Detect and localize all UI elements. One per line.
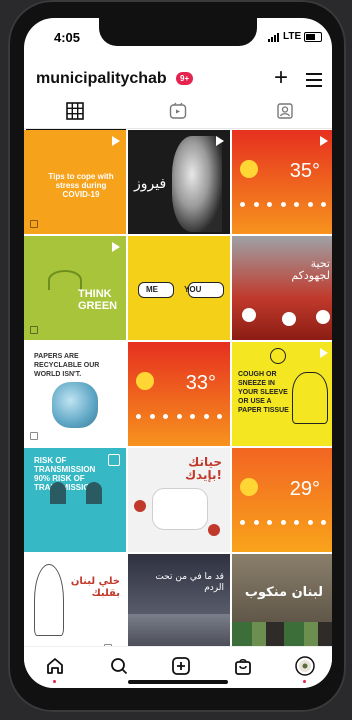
red-cross-badge	[242, 308, 256, 322]
post-tile[interactable]: قد ما في من تحت الردم	[128, 554, 230, 658]
red-cross-badge	[282, 312, 296, 326]
nav-add-post[interactable]	[170, 655, 192, 677]
nav-shop[interactable]	[232, 655, 254, 677]
menu-icon[interactable]	[306, 73, 322, 91]
virus-icon	[134, 500, 146, 512]
post-tile[interactable]: ME YOU	[128, 236, 230, 340]
profile-username[interactable]: municipalitychab	[36, 70, 167, 88]
post-caption: خلي لبنان بقلبك	[70, 576, 120, 599]
create-icon[interactable]: +	[274, 64, 288, 92]
post-caption: PAPERS ARE RECYCLABLE OUR WORLD ISN'T.	[34, 353, 100, 378]
post-tile[interactable]: حياتك بإيدك!	[128, 448, 230, 552]
post-caption: لبنان منكوب	[244, 585, 324, 600]
shop-icon	[235, 658, 251, 675]
home-indicator[interactable]	[128, 680, 228, 684]
post-tile[interactable]: خلي لبنان بقلبك	[24, 554, 126, 658]
signal-icon	[268, 32, 279, 42]
post-caption: قد ما في من تحت الردم	[155, 572, 224, 593]
video-icon	[112, 242, 120, 252]
nav-search[interactable]	[108, 655, 130, 677]
crumpled-globe-image	[52, 382, 98, 428]
post-tile[interactable]: COUGH OR SNEEZE IN YOUR SLEEVE OR USE A …	[232, 342, 332, 446]
temperature-value: 35°	[289, 160, 320, 182]
person-sneezing-illustration	[292, 372, 328, 424]
grid-icon	[66, 102, 84, 120]
search-icon	[111, 658, 128, 675]
video-icon	[112, 136, 120, 146]
tab-tagged[interactable]	[276, 102, 296, 122]
face-mask-image	[152, 488, 208, 530]
post-tile[interactable]: فيروز	[128, 130, 230, 234]
logo-icon	[30, 220, 38, 228]
person-silhouette	[50, 482, 66, 504]
woman-sketch-illustration	[34, 564, 64, 636]
post-tile[interactable]: RISK OF TRANSMISSION 90% RISK OF TRANSMI…	[24, 448, 126, 552]
post-tile[interactable]: 33°	[128, 342, 230, 446]
screen: 4:05 LTE municipalitychab 9+ + Tips to c…	[24, 18, 332, 688]
tagged-icon	[277, 103, 293, 119]
post-caption: THINK GREEN	[78, 288, 118, 312]
network-type: LTE	[283, 31, 302, 42]
post-caption: COUGH OR SNEEZE IN YOUR SLEEVE OR USE A …	[238, 371, 289, 414]
nav-home[interactable]	[44, 655, 66, 683]
temperature-value: 33°	[185, 372, 216, 394]
reels-icon	[169, 102, 187, 119]
post-caption: ME YOU	[146, 285, 202, 294]
profile-tabs	[24, 98, 332, 130]
post-caption: تحية لجهودكم	[291, 257, 330, 282]
sun-icon	[240, 478, 258, 496]
profile-header: municipalitychab 9+ +	[24, 64, 332, 96]
notification-badge[interactable]: 9+	[176, 72, 194, 85]
post-caption: Tips to cope with stress during COVID-19	[48, 172, 114, 199]
person-silhouette	[86, 482, 102, 504]
virus-icon	[208, 524, 220, 536]
sun-icon	[240, 160, 258, 178]
tab-reels[interactable]	[169, 102, 189, 122]
video-icon	[320, 348, 328, 358]
profile-icon	[295, 656, 315, 676]
post-tile[interactable]: لبنان منكوب	[232, 554, 332, 658]
forecast-dots	[240, 520, 326, 525]
battery-icon	[304, 32, 322, 42]
forecast-dots	[240, 202, 326, 207]
post-grid: Tips to cope with stress during COVID-19…	[24, 130, 332, 658]
activity-dot	[53, 680, 56, 683]
post-tile[interactable]: THINK GREEN	[24, 236, 126, 340]
logo-icon	[30, 326, 38, 334]
nav-profile[interactable]	[294, 655, 316, 683]
activity-dot	[303, 680, 306, 683]
tab-grid[interactable]	[26, 102, 126, 130]
post-caption: فيروز	[134, 176, 167, 192]
post-tile[interactable]: 35°	[232, 130, 332, 234]
logo-icon	[30, 432, 38, 440]
add-post-icon	[172, 657, 190, 675]
number-circle-icon	[270, 348, 286, 364]
post-tile[interactable]: Tips to cope with stress during COVID-19	[24, 130, 126, 234]
home-icon	[47, 658, 63, 674]
temperature-value: 29°	[289, 478, 320, 500]
post-tile[interactable]: PAPERS ARE RECYCLABLE OUR WORLD ISN'T.	[24, 342, 126, 446]
leaf-icon	[48, 270, 82, 290]
carousel-icon	[108, 454, 120, 466]
post-caption: حياتك بإيدك!	[185, 455, 222, 482]
clock: 4:05	[54, 30, 81, 45]
video-icon	[216, 136, 224, 146]
post-tile[interactable]: تحية لجهودكم	[232, 236, 332, 340]
portrait-image	[172, 136, 222, 232]
post-tile[interactable]: 29°	[232, 448, 332, 552]
sun-icon	[136, 372, 154, 390]
forecast-dots	[136, 414, 222, 419]
notch	[99, 18, 257, 46]
red-cross-badge	[316, 310, 330, 324]
video-icon	[320, 136, 328, 146]
